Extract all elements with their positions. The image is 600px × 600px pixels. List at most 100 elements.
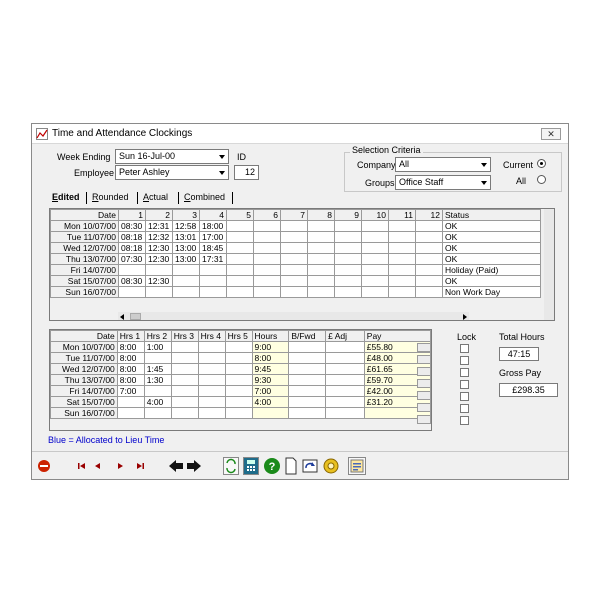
bfwd-cell[interactable] <box>288 341 327 353</box>
hrs-cell[interactable] <box>116 396 145 408</box>
clocking-cell[interactable] <box>253 231 281 243</box>
current-radio[interactable] <box>537 159 546 168</box>
tab-rounded[interactable]: Rounded <box>92 192 129 202</box>
recalculate-icon[interactable] <box>223 457 239 475</box>
chevron-down-icon[interactable] <box>216 150 228 163</box>
clocking-cell[interactable] <box>388 220 416 232</box>
clocking-cell[interactable] <box>415 275 443 287</box>
clocking-cell[interactable] <box>415 220 443 232</box>
adjustment-cell[interactable] <box>325 396 365 408</box>
clocking-cell[interactable] <box>361 231 389 243</box>
clocking-cell[interactable]: 12:58 <box>172 220 200 232</box>
clocking-cell[interactable]: 17:31 <box>199 253 227 265</box>
clocking-cell[interactable] <box>280 275 308 287</box>
clocking-cell[interactable]: 18:00 <box>199 220 227 232</box>
clocking-cell[interactable] <box>226 264 254 276</box>
hrs-cell[interactable] <box>197 341 226 353</box>
lock-checkbox[interactable] <box>460 404 469 413</box>
hrs-cell[interactable] <box>224 341 253 353</box>
row-detail-button[interactable] <box>417 391 431 400</box>
clocking-cell[interactable] <box>334 264 362 276</box>
clocking-cell[interactable] <box>307 286 335 298</box>
clocking-cell[interactable]: 13:01 <box>172 231 200 243</box>
clocking-cell[interactable] <box>307 220 335 232</box>
clocking-cell[interactable] <box>145 264 173 276</box>
hrs-cell[interactable]: 1:45 <box>143 363 172 375</box>
clocking-cell[interactable] <box>280 286 308 298</box>
hrs-cell[interactable] <box>197 363 226 375</box>
clocking-cell[interactable] <box>307 275 335 287</box>
clocking-cell[interactable] <box>145 286 173 298</box>
calculator-icon[interactable] <box>243 457 259 475</box>
hrs-cell[interactable] <box>143 385 172 397</box>
clocking-cell[interactable] <box>172 275 200 287</box>
clocking-cell[interactable] <box>172 286 200 298</box>
scroll-left-icon[interactable] <box>118 312 127 320</box>
clocking-cell[interactable] <box>361 275 389 287</box>
clocking-cell[interactable] <box>334 275 362 287</box>
clocking-cell[interactable] <box>388 231 416 243</box>
clocking-cell[interactable] <box>253 220 281 232</box>
clocking-cell[interactable] <box>388 264 416 276</box>
bfwd-cell[interactable] <box>288 396 327 408</box>
clocking-cell[interactable]: 17:00 <box>199 231 227 243</box>
clocking-cell[interactable]: 12:30 <box>145 242 173 254</box>
clocking-cell[interactable]: 12:30 <box>145 275 173 287</box>
clocking-cell[interactable] <box>280 220 308 232</box>
hrs-cell[interactable]: 8:00 <box>116 352 145 364</box>
clocking-cell[interactable] <box>307 242 335 254</box>
hrs-cell[interactable] <box>170 363 199 375</box>
hrs-cell[interactable]: 1:00 <box>143 341 172 353</box>
clocking-cell[interactable] <box>253 286 281 298</box>
clocking-cell[interactable] <box>361 264 389 276</box>
chevron-down-icon[interactable] <box>478 158 490 171</box>
clocking-cell[interactable]: 12:31 <box>145 220 173 232</box>
row-detail-button[interactable] <box>417 403 431 412</box>
clocking-cell[interactable] <box>226 220 254 232</box>
clocking-cell[interactable] <box>307 253 335 265</box>
clocking-cell[interactable] <box>226 242 254 254</box>
hrs-cell[interactable] <box>197 407 226 419</box>
clocking-cell[interactable] <box>334 253 362 265</box>
clocking-cell[interactable] <box>388 286 416 298</box>
row-detail-button[interactable] <box>417 355 431 364</box>
previous-record-icon[interactable] <box>90 459 106 473</box>
clocking-cell[interactable]: 12:32 <box>145 231 173 243</box>
row-detail-button[interactable] <box>417 379 431 388</box>
clocking-cell[interactable]: 07:30 <box>118 253 146 265</box>
hrs-cell[interactable]: 4:00 <box>143 396 172 408</box>
clocking-cell[interactable] <box>253 242 281 254</box>
clocking-cell[interactable] <box>415 253 443 265</box>
clocking-cell[interactable]: 18:45 <box>199 242 227 254</box>
new-document-icon[interactable] <box>284 457 298 475</box>
all-radio[interactable] <box>537 175 546 184</box>
clocking-cell[interactable]: 08:30 <box>118 220 146 232</box>
hrs-cell[interactable] <box>170 385 199 397</box>
settings-icon[interactable] <box>322 457 340 475</box>
bfwd-cell[interactable] <box>288 363 327 375</box>
row-detail-button[interactable] <box>417 343 431 352</box>
last-record-icon[interactable] <box>132 459 148 473</box>
horizontal-scrollbar[interactable] <box>118 312 469 320</box>
clocking-cell[interactable] <box>280 242 308 254</box>
clocking-cell[interactable] <box>253 264 281 276</box>
bfwd-cell[interactable] <box>288 385 327 397</box>
clocking-cell[interactable] <box>361 220 389 232</box>
clocking-cell[interactable] <box>334 286 362 298</box>
clocking-cell[interactable] <box>334 231 362 243</box>
tab-combined[interactable]: Combined <box>184 192 225 202</box>
clocking-cell[interactable] <box>388 275 416 287</box>
lock-checkbox[interactable] <box>460 368 469 377</box>
clocking-cell[interactable] <box>334 220 362 232</box>
hrs-cell[interactable]: 1:30 <box>143 374 172 386</box>
clocking-cell[interactable] <box>226 286 254 298</box>
clocking-cell[interactable]: 13:00 <box>172 253 200 265</box>
lock-checkbox[interactable] <box>460 344 469 353</box>
redo-icon[interactable] <box>302 458 318 474</box>
adjustment-cell[interactable] <box>325 407 365 419</box>
hrs-cell[interactable] <box>116 407 145 419</box>
clocking-cell[interactable] <box>226 231 254 243</box>
clocking-cell[interactable] <box>280 231 308 243</box>
clocking-cell[interactable]: 13:00 <box>172 242 200 254</box>
clocking-cell[interactable]: 12:30 <box>145 253 173 265</box>
